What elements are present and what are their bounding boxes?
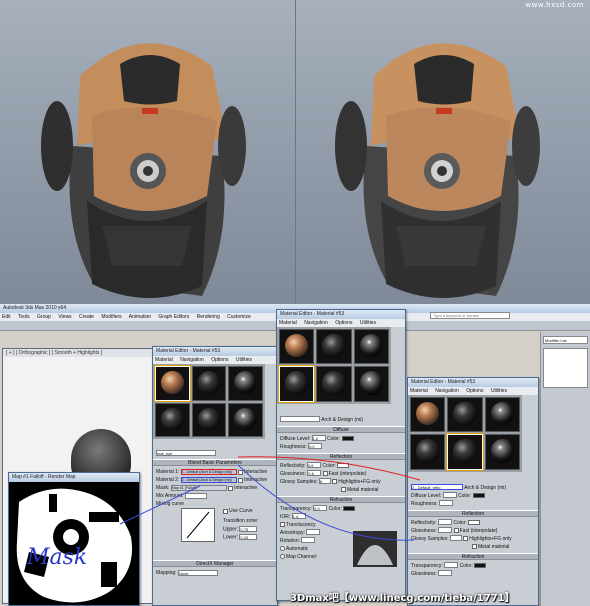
watermark: www.hxsd.com bbox=[525, 1, 584, 9]
caption: 3Dmax吧【www.linecg.com/tieba/1771】 bbox=[290, 593, 515, 604]
render-left bbox=[0, 0, 295, 304]
annotation-arrows bbox=[119, 456, 421, 541]
helmet-render-left bbox=[41, 43, 246, 299]
max-desktop: Autodesk 3ds Max 2010 x64 Edit Tools Gro… bbox=[0, 304, 590, 606]
helmet-render-right bbox=[335, 43, 540, 299]
render-right: www.hxsd.com bbox=[295, 0, 590, 304]
